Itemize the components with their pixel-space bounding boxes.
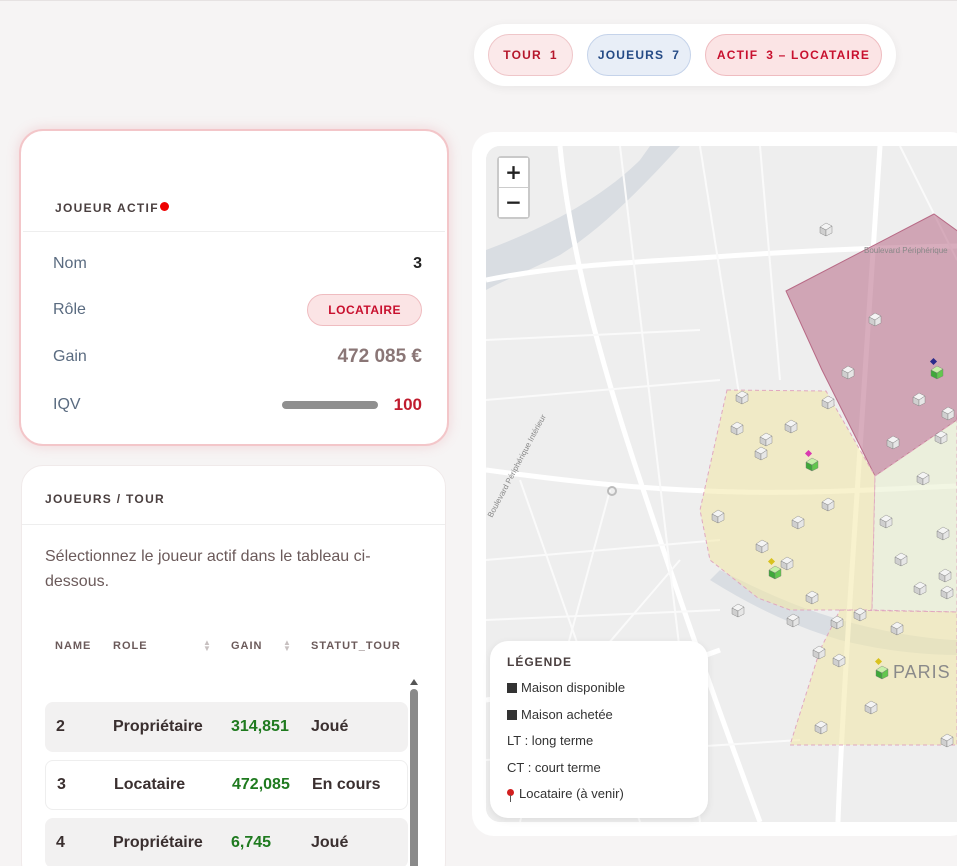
iqv-value: 100 bbox=[393, 395, 422, 414]
cell-role: Propriétaire bbox=[113, 718, 203, 735]
joueurs-pill: JOUEURS 7 bbox=[587, 34, 691, 76]
zoom-out-button[interactable]: − bbox=[499, 188, 528, 217]
row-role: Rôle LOCATAIRE bbox=[53, 294, 422, 326]
players-card-title: JOUEURS / TOUR bbox=[45, 492, 165, 506]
cell-name: 2 bbox=[56, 718, 65, 735]
cell-statut: Joué bbox=[311, 834, 349, 851]
legend-text: Locataire (à venir) bbox=[519, 786, 624, 801]
role-label: Rôle bbox=[53, 301, 86, 318]
cell-gain: 314,851 bbox=[231, 718, 289, 735]
zoom-in-button[interactable]: + bbox=[499, 158, 528, 187]
tour-label: TOUR bbox=[503, 48, 542, 62]
cell-name: 4 bbox=[56, 834, 65, 851]
active-player-title-text: JOUEUR ACTIF bbox=[55, 201, 159, 215]
col-name[interactable]: NAME bbox=[55, 640, 91, 652]
sort-role-icon[interactable]: ▲ ▼ bbox=[203, 639, 212, 653]
table-row[interactable]: 3 Locataire 472,085 En cours bbox=[45, 760, 408, 810]
cell-gain: 472,085 bbox=[232, 776, 290, 793]
gain-label: Gain bbox=[53, 348, 87, 365]
road-label: Boulevard Périphérique bbox=[864, 246, 948, 255]
square-icon bbox=[507, 710, 517, 720]
active-player-title: JOUEUR ACTIF bbox=[55, 201, 169, 215]
table-header: NAME ROLE ▲ ▼ GAIN ▲ ▼ STATUT_TOUR bbox=[45, 638, 405, 658]
joueurs-label: JOUEURS bbox=[597, 48, 665, 62]
scroll-thumb[interactable] bbox=[410, 689, 418, 866]
legend-item-tenant: Locataire (à venir) bbox=[507, 786, 624, 802]
legend-item-ct: CT : court terme bbox=[507, 760, 601, 775]
players-card: JOUEURS / TOUR Sélectionnez le joueur ac… bbox=[21, 465, 446, 866]
sort-gain-icon[interactable]: ▲ ▼ bbox=[283, 639, 292, 653]
joueurs-value: 7 bbox=[672, 48, 681, 62]
players-help-text: Sélectionnez le joueur actif dans le tab… bbox=[45, 548, 371, 590]
iqv-label: IQV bbox=[53, 396, 81, 413]
role-badge: LOCATAIRE bbox=[307, 294, 422, 326]
legend-text: LT : long terme bbox=[507, 733, 594, 748]
status-bar: TOUR 1 JOUEURS 7 ACTIF 3 – LOCATAIRE bbox=[474, 24, 896, 86]
tour-pill: TOUR 1 bbox=[488, 34, 573, 76]
live-dot-icon bbox=[159, 202, 169, 211]
cell-statut: En cours bbox=[312, 776, 381, 793]
row-nom: Nom 3 bbox=[53, 249, 422, 279]
map-legend: LÉGENDE Maison disponible Maison achetée… bbox=[490, 641, 708, 818]
row-iqv: IQV 100 bbox=[53, 390, 422, 420]
square-icon bbox=[507, 683, 517, 693]
iqv-wrap: 100 bbox=[281, 395, 422, 415]
divider bbox=[23, 231, 445, 232]
table-scrollbar[interactable] bbox=[410, 679, 418, 866]
legend-item-available: Maison disponible bbox=[507, 680, 625, 695]
legend-title: LÉGENDE bbox=[507, 655, 573, 669]
cell-role: Propriétaire bbox=[113, 834, 203, 851]
legend-text: Maison disponible bbox=[521, 680, 626, 695]
legend-text: CT : court terme bbox=[507, 760, 601, 775]
col-statut[interactable]: STATUT_TOUR bbox=[311, 640, 401, 652]
gain-value: 472 085 € bbox=[337, 346, 422, 367]
zoom-control: + − bbox=[497, 156, 530, 219]
active-player-card: JOUEUR ACTIF Nom 3 Rôle LOCATAIRE Gain 4… bbox=[19, 129, 449, 446]
top-divider bbox=[0, 0, 957, 1]
row-gain: Gain 472 085 € bbox=[53, 342, 422, 372]
actif-label: ACTIF bbox=[716, 48, 759, 62]
actif-value: 3 – LOCATAIRE bbox=[766, 48, 871, 62]
table-row[interactable]: 2 Propriétaire 314,851 Joué bbox=[45, 702, 408, 752]
cell-role: Locataire bbox=[114, 776, 186, 793]
iqv-progress-bar bbox=[281, 401, 378, 409]
map-pin-icon bbox=[507, 789, 514, 802]
col-gain[interactable]: GAIN bbox=[231, 640, 263, 652]
city-label: PARIS bbox=[893, 662, 951, 682]
nom-value: 3 bbox=[413, 255, 422, 272]
cell-gain: 6,745 bbox=[231, 834, 272, 851]
tour-value: 1 bbox=[549, 48, 558, 62]
col-role[interactable]: ROLE bbox=[113, 640, 148, 652]
actif-pill: ACTIF 3 – LOCATAIRE bbox=[705, 34, 882, 76]
cell-statut: Joué bbox=[311, 718, 349, 735]
cell-name: 3 bbox=[57, 776, 66, 793]
scroll-up-icon[interactable] bbox=[410, 679, 418, 685]
nom-label: Nom bbox=[53, 255, 87, 272]
legend-text: Maison achetée bbox=[521, 707, 613, 722]
legend-item-lt: LT : long terme bbox=[507, 733, 593, 748]
divider bbox=[22, 524, 445, 525]
table-row[interactable]: 4 Propriétaire 6,745 Joué bbox=[45, 818, 408, 866]
legend-item-bought: Maison achetée bbox=[507, 707, 613, 722]
